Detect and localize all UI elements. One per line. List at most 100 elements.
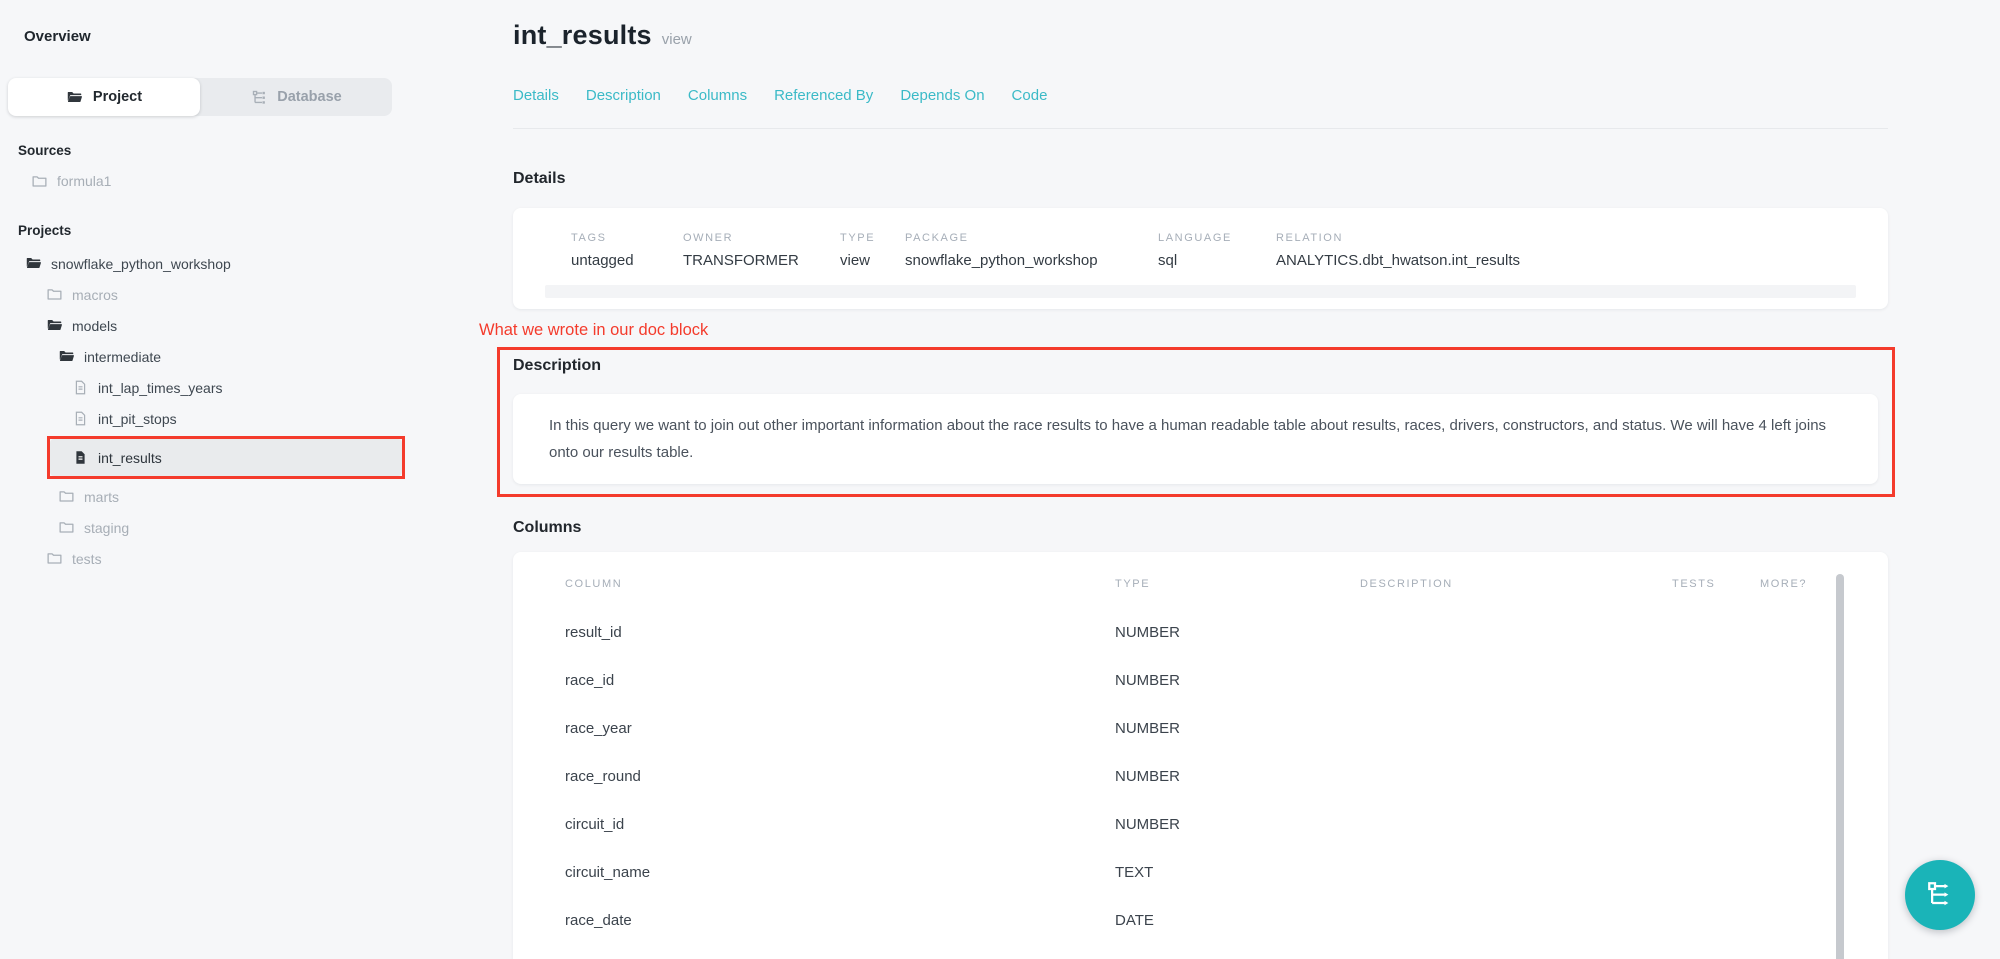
column-header-type: TYPE (1115, 578, 1360, 590)
details-field-value: view (840, 252, 905, 269)
sidebar-item-label: int_results (98, 450, 162, 466)
page-title: int_results (513, 20, 652, 51)
sidebar-item-label: snowflake_python_workshop (51, 256, 231, 272)
table-row-race-year[interactable]: race_yearNUMBER (565, 704, 1888, 752)
folder-open-icon (57, 348, 75, 366)
cell-column: race_date (565, 912, 1115, 929)
tab-columns[interactable]: Columns (688, 87, 747, 104)
table-row-circuit-id[interactable]: circuit_idNUMBER (565, 800, 1888, 848)
sidebar-item-int-pit-stops[interactable]: int_pit_stops (0, 403, 465, 434)
database-toggle-button[interactable]: Database (200, 78, 392, 116)
lineage-graph-button[interactable] (1905, 860, 1975, 930)
details-field-value: untagged (571, 252, 683, 269)
table-row-race-date[interactable]: race_dateDATE (565, 896, 1888, 944)
sidebar-item-marts[interactable]: marts (0, 481, 465, 512)
cell-column: result_id (565, 624, 1115, 641)
folder-closed-icon (30, 172, 48, 190)
sidebar-item-staging[interactable]: staging (0, 512, 465, 543)
sidebar-item-int-lap-times-years[interactable]: int_lap_times_years (0, 372, 465, 403)
sidebar-item-label: marts (84, 489, 119, 505)
file-solid-icon (71, 449, 89, 467)
lineage-graph-icon (1925, 879, 1955, 912)
table-row-race-time[interactable]: race_timeTIME (565, 944, 1888, 959)
folder-closed-icon (45, 550, 63, 568)
cell-type: TEXT (1115, 864, 1360, 881)
sidebar-item-tests[interactable]: tests (0, 543, 465, 574)
details-field-owner: OWNERTRANSFORMER (683, 232, 840, 269)
model-type-label: view (662, 31, 692, 48)
column-header-description: DESCRIPTION (1360, 578, 1672, 590)
cell-type: DATE (1115, 912, 1360, 929)
projects-header: Projects (18, 223, 465, 238)
details-field-value: snowflake_python_workshop (905, 252, 1158, 269)
overview-label: Overview (24, 28, 465, 45)
details-card: TAGSuntaggedOWNERTRANSFORMERTYPEviewPACK… (513, 208, 1888, 309)
cell-type: NUMBER (1115, 624, 1360, 641)
tab-details[interactable]: Details (513, 87, 559, 104)
folder-closed-icon (57, 488, 75, 506)
project-toggle-label: Project (93, 89, 142, 105)
view-toggle: Project Database (8, 78, 392, 116)
details-field-value: sql (1158, 252, 1276, 269)
details-field-label: PACKAGE (905, 232, 1158, 244)
sidebar-item-intermediate[interactable]: intermediate (0, 341, 465, 372)
details-fields: TAGSuntaggedOWNERTRANSFORMERTYPEviewPACK… (571, 232, 1856, 269)
details-heading: Details (513, 170, 1888, 188)
details-field-type: TYPE view (840, 232, 905, 269)
table-row-race-round[interactable]: race_roundNUMBER (565, 752, 1888, 800)
cell-column: race_id (565, 672, 1115, 689)
file-icon (71, 410, 89, 428)
database-tree-icon (250, 88, 268, 106)
sources-list: formula1 (0, 166, 465, 196)
file-icon (71, 379, 89, 397)
annotation-text: What we wrote in our doc block (479, 321, 1888, 340)
sidebar-item-label: int_lap_times_years (98, 380, 223, 396)
cell-type: NUMBER (1115, 720, 1360, 737)
table-scrollbar[interactable] (1836, 574, 1844, 959)
sidebar-item-label: tests (72, 551, 102, 567)
sidebar-item-label: staging (84, 520, 129, 536)
sidebar-item-snowflake-python-workshop[interactable]: snowflake_python_workshop (0, 248, 465, 279)
folder-open-icon (66, 88, 84, 106)
folder-closed-icon (57, 519, 75, 537)
cell-column: circuit_id (565, 816, 1115, 833)
table-row-race-id[interactable]: race_idNUMBER (565, 656, 1888, 704)
details-field-package: PACKAGE snowflake_python_workshop (905, 232, 1158, 269)
details-field-language: LANGUAGE sql (1158, 232, 1276, 269)
sidebar-item-label: macros (72, 287, 118, 303)
tab-depends-on[interactable]: Depends On (900, 87, 984, 104)
source-item-formula1[interactable]: formula1 (30, 166, 465, 196)
details-collapsed-bar[interactable] (545, 285, 1856, 298)
description-card: In this query we want to join out other … (513, 394, 1878, 484)
sidebar-item-label: intermediate (84, 349, 161, 365)
tab-code[interactable]: Code (1012, 87, 1048, 104)
folder-open-icon (45, 317, 63, 335)
project-tree: snowflake_python_workshopmacros models int… (0, 248, 465, 574)
tab-description[interactable]: Description (586, 87, 661, 104)
source-item-label: formula1 (57, 173, 111, 189)
details-field-label: TYPE (840, 232, 905, 244)
details-field-label: LANGUAGE (1158, 232, 1276, 244)
sidebar-item-label: int_pit_stops (98, 411, 177, 427)
annotation-box: Description In this query we want to joi… (497, 347, 1895, 497)
details-field-value: TRANSFORMER (683, 252, 840, 269)
main-content: int_results view Details Description Colum… (465, 0, 2000, 959)
columns-heading: Columns (513, 519, 1888, 537)
cell-column: circuit_name (565, 864, 1115, 881)
table-row-result-id[interactable]: result_idNUMBER (565, 608, 1888, 656)
table-row-circuit-name[interactable]: circuit_nameTEXT (565, 848, 1888, 896)
sidebar-item-int-results[interactable]: int_results (50, 439, 402, 476)
cell-type: NUMBER (1115, 816, 1360, 833)
database-toggle-label: Database (277, 89, 341, 105)
tab-referenced-by[interactable]: Referenced By (774, 87, 873, 104)
project-toggle-button[interactable]: Project (8, 78, 200, 116)
sidebar-item-models[interactable]: models (0, 310, 465, 341)
columns-card: COLUMNTYPEDESCRIPTIONTESTSMORE? result_i… (513, 552, 1888, 959)
annotation-box-sidebar: int_results (47, 436, 405, 479)
column-header-tests: TESTS (1672, 578, 1760, 590)
description-heading: Description (513, 357, 1878, 375)
sidebar-item-macros[interactable]: macros (0, 279, 465, 310)
tabs-divider (513, 128, 1888, 129)
sidebar-item-label: models (72, 318, 117, 334)
details-field-label: RELATION (1276, 232, 1856, 244)
